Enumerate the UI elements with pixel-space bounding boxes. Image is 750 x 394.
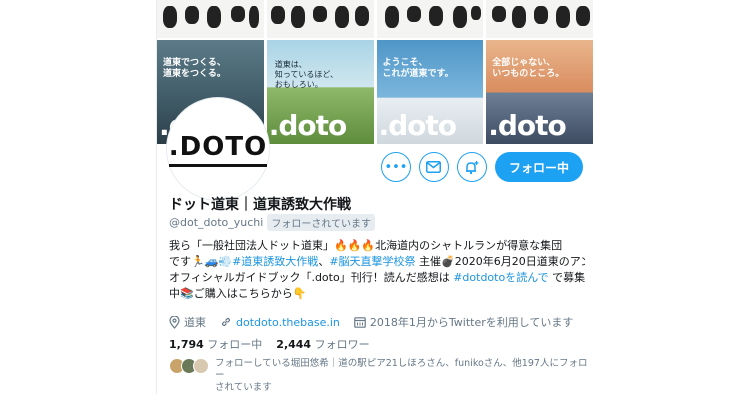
followers-count: 2,444: [276, 338, 312, 351]
bio-text: オフィシャルガイドブック「.doto」刊行！読んだ感想は: [169, 271, 454, 284]
hashtag-link[interactable]: #dotdotoを読んで: [453, 271, 548, 284]
known-followers-line: フォローしている堀田悠希｜道の駅ピア21しほろさん、funikoさん、他197人…: [215, 358, 588, 381]
calendar-icon: [354, 317, 366, 328]
banner-illustration: [157, 0, 264, 38]
bio-text: です: [169, 255, 191, 268]
bio-text: 2020年6月20日道東のアン: [454, 255, 585, 268]
hashtag-link[interactable]: #脳天直撃学校祭: [329, 255, 415, 268]
follower-avatar: [193, 358, 209, 374]
website[interactable]: dotdoto.thebase.in: [220, 316, 340, 329]
banner-tile-3: ようこそ、 これが道東です。 .doto: [376, 0, 484, 144]
banner-illustration: [486, 0, 593, 38]
website-link[interactable]: dotdoto.thebase.in: [236, 316, 340, 329]
location-text: 道東: [184, 316, 206, 329]
location-pin-icon: [169, 315, 180, 329]
bio-text: ご購入はこちらから: [193, 287, 293, 300]
banner-caption: 全部じゃない、 いつものところ。: [492, 58, 565, 79]
bio-text: 、: [318, 255, 330, 268]
location: 道東: [169, 314, 206, 330]
join-date-text: 2018年1月からTwitterを利用しています: [369, 316, 574, 329]
bio-text: 北海道内のシャトルランが得意な集団: [375, 239, 563, 252]
bio-text: で募集: [548, 271, 585, 284]
banner-tile-4: 全部じゃない、 いつものところ。 .doto: [486, 0, 593, 144]
hashtag-link[interactable]: #道東誘致大作戦: [232, 255, 318, 268]
bio-line: 我ら「一般社団法人ドット道東」🔥🔥🔥北海道内のシャトルランが得意な集団: [169, 238, 585, 254]
followers-label: フォロワー: [314, 338, 370, 351]
runner-car-icon: 🏃🚙💨: [191, 255, 233, 268]
bomb-icon: 💣: [441, 255, 455, 268]
fire-icon: 🔥🔥🔥: [334, 239, 376, 252]
following-count: 1,794: [169, 338, 204, 351]
banner-tile-2: 道東は、 知っているほど、 おもしろい。 .doto: [266, 0, 374, 144]
following-button[interactable]: フォロー中: [494, 152, 583, 182]
avatar-logo: .DOTO: [168, 132, 268, 167]
books-icon: 📚: [180, 287, 194, 300]
pointing-down-icon: 👇: [292, 287, 307, 300]
banner-caption: 道東でつくる、 道東をつくる。: [163, 58, 226, 79]
banner-illustration: [376, 0, 484, 38]
message-button[interactable]: [418, 152, 449, 182]
bio-text: 我ら「一般社団法人ドット道東」: [169, 239, 334, 252]
followers-stat[interactable]: 2,444 フォロワー: [276, 336, 369, 352]
bio-line: です🏃🚙💨#道東誘致大作戦、#脳天直撃学校祭 主催💣2020年6月20日道東のア…: [169, 254, 585, 270]
handle-row: @dot_doto_yuchi フォローされています: [169, 214, 376, 231]
bio-text: 主催: [415, 255, 442, 268]
notifications-button[interactable]: [456, 152, 487, 182]
banner-brand: .doto: [378, 109, 458, 142]
follow-stats: 1,794 フォロー中 2,444 フォロワー: [169, 336, 370, 352]
display-name: ドット道東｜道東誘致大作戦: [169, 197, 351, 213]
more-options-button[interactable]: •••: [380, 152, 411, 182]
following-label: フォロー中: [207, 338, 263, 351]
bio-line: オフィシャルガイドブック「.doto」刊行！読んだ感想は #dotdotoを読ん…: [169, 270, 585, 286]
banner-brand: .doto: [268, 109, 348, 142]
avatar[interactable]: .DOTO: [167, 98, 269, 200]
bio-line: 中📚ご購入はこちらから👇: [169, 286, 585, 302]
follower-avatars: [169, 358, 209, 394]
banner-brand: .doto: [488, 109, 567, 142]
profile-meta: 道東 dotdoto.thebase.in 2018年1月からTwitterを利…: [169, 314, 573, 330]
join-date: 2018年1月からTwitterを利用しています: [354, 314, 574, 330]
known-followers-text: フォローしている堀田悠希｜道の駅ピア21しほろさん、funikoさん、他197人…: [215, 358, 593, 394]
twitter-profile: 道東でつくる、 道東をつくる。 .doto 道東は、 知っているほど、 おもしろ…: [157, 0, 593, 394]
profile-actions: ••• フォロー中: [380, 152, 583, 182]
bell-plus-icon: [466, 160, 479, 174]
more-dots-icon: •••: [384, 159, 408, 175]
banner-caption: ようこそ、 これが道東です。: [382, 58, 454, 79]
banner-illustration: [266, 0, 374, 38]
following-stat[interactable]: 1,794 フォロー中: [169, 336, 262, 352]
envelope-icon: [426, 161, 442, 173]
banner-caption: 道東は、 知っているほど、 おもしろい。: [274, 60, 338, 89]
known-followers-line: されています: [215, 382, 272, 393]
known-followers[interactable]: フォローしている堀田悠希｜道の駅ピア21しほろさん、funikoさん、他197人…: [169, 358, 593, 394]
bio-text: 中: [169, 287, 180, 300]
bio: 我ら「一般社団法人ドット道東」🔥🔥🔥北海道内のシャトルランが得意な集団 です🏃🚙…: [169, 238, 585, 302]
link-icon: [221, 317, 231, 327]
username: @dot_doto_yuchi: [169, 216, 264, 229]
follows-you-badge: フォローされています: [267, 214, 376, 231]
